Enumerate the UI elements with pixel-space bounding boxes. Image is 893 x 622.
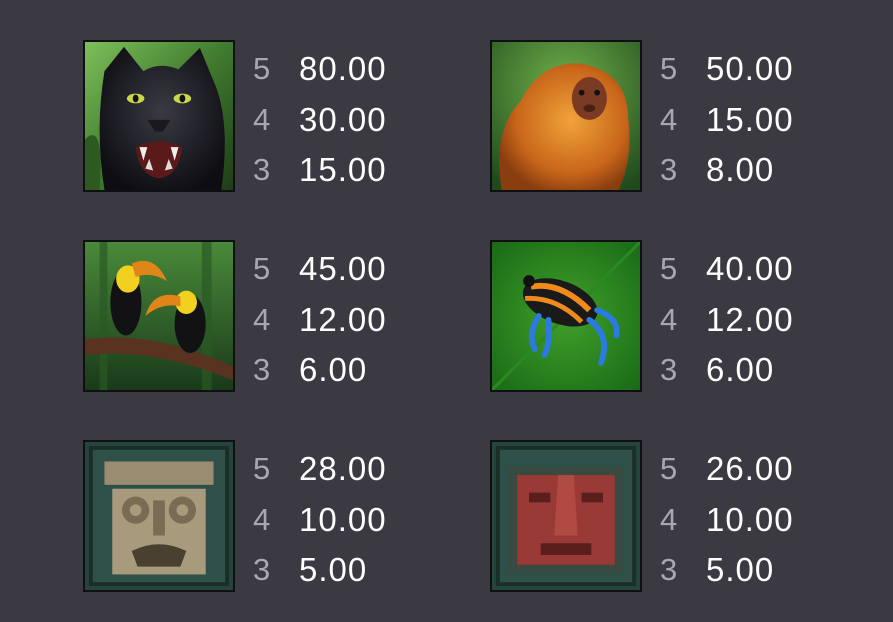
payout-amount: 8.00 bbox=[706, 151, 775, 189]
match-count: 5 bbox=[660, 451, 678, 487]
match-count: 5 bbox=[253, 51, 271, 87]
match-count: 4 bbox=[660, 101, 678, 137]
payout-amount: 30.00 bbox=[299, 100, 387, 138]
match-count: 3 bbox=[660, 552, 678, 588]
match-count: 3 bbox=[660, 352, 678, 388]
golden-monkey-icon bbox=[490, 40, 642, 192]
pay-list: 5 50.00 4 15.00 3 8.00 bbox=[660, 44, 794, 196]
pay-list: 5 26.00 4 10.00 3 5.00 bbox=[660, 444, 794, 596]
match-count: 3 bbox=[253, 552, 271, 588]
pay-row: 5 50.00 bbox=[660, 44, 794, 95]
payout-amount: 40.00 bbox=[706, 250, 794, 288]
pay-row: 3 6.00 bbox=[253, 345, 387, 396]
payout-amount: 5.00 bbox=[706, 551, 775, 589]
toucans-icon bbox=[83, 240, 235, 392]
match-count: 4 bbox=[253, 501, 271, 537]
pay-row: 5 45.00 bbox=[253, 244, 387, 295]
paytable-entry-frog: 5 40.00 4 12.00 3 6.00 bbox=[490, 240, 820, 400]
pay-row: 5 28.00 bbox=[253, 444, 387, 495]
payout-amount: 26.00 bbox=[706, 450, 794, 488]
pay-list: 5 45.00 4 12.00 3 6.00 bbox=[253, 244, 387, 396]
payout-amount: 15.00 bbox=[706, 100, 794, 138]
payout-amount: 50.00 bbox=[706, 50, 794, 88]
poison-frog-icon bbox=[490, 240, 642, 392]
payout-amount: 80.00 bbox=[299, 50, 387, 88]
pay-row: 4 15.00 bbox=[660, 95, 794, 146]
match-count: 4 bbox=[660, 301, 678, 337]
red-stone-mask-icon bbox=[490, 440, 642, 592]
pay-list: 5 80.00 4 30.00 3 15.00 bbox=[253, 44, 387, 196]
pay-row: 3 8.00 bbox=[660, 145, 794, 196]
pay-row: 4 10.00 bbox=[253, 495, 387, 546]
pay-row: 4 10.00 bbox=[660, 495, 794, 546]
pay-row: 4 30.00 bbox=[253, 95, 387, 146]
pay-list: 5 28.00 4 10.00 3 5.00 bbox=[253, 444, 387, 596]
payout-amount: 12.00 bbox=[299, 300, 387, 338]
paytable-entry-stone-mask: 5 28.00 4 10.00 3 5.00 bbox=[83, 440, 413, 600]
match-count: 3 bbox=[660, 152, 678, 188]
payout-amount: 12.00 bbox=[706, 300, 794, 338]
pay-row: 3 15.00 bbox=[253, 145, 387, 196]
match-count: 5 bbox=[253, 451, 271, 487]
pay-row: 3 5.00 bbox=[253, 545, 387, 596]
pay-row: 4 12.00 bbox=[253, 295, 387, 346]
pay-row: 5 26.00 bbox=[660, 444, 794, 495]
payout-amount: 10.00 bbox=[706, 500, 794, 538]
pay-row: 3 6.00 bbox=[660, 345, 794, 396]
payout-amount: 45.00 bbox=[299, 250, 387, 288]
paytable-entry-red-mask: 5 26.00 4 10.00 3 5.00 bbox=[490, 440, 820, 600]
payout-amount: 15.00 bbox=[299, 151, 387, 189]
match-count: 5 bbox=[660, 251, 678, 287]
match-count: 4 bbox=[253, 301, 271, 337]
payout-amount: 5.00 bbox=[299, 551, 368, 589]
pay-row: 4 12.00 bbox=[660, 295, 794, 346]
pay-row: 5 80.00 bbox=[253, 44, 387, 95]
paytable-entry-toucans: 5 45.00 4 12.00 3 6.00 bbox=[83, 240, 413, 400]
paytable-entry-panther: 5 80.00 4 30.00 3 15.00 bbox=[83, 40, 413, 200]
black-panther-icon bbox=[83, 40, 235, 192]
match-count: 5 bbox=[660, 51, 678, 87]
payout-amount: 10.00 bbox=[299, 500, 387, 538]
match-count: 4 bbox=[660, 501, 678, 537]
pay-row: 3 5.00 bbox=[660, 545, 794, 596]
match-count: 4 bbox=[253, 101, 271, 137]
stone-mask-icon bbox=[83, 440, 235, 592]
payout-amount: 28.00 bbox=[299, 450, 387, 488]
payout-amount: 6.00 bbox=[299, 351, 368, 389]
pay-row: 5 40.00 bbox=[660, 244, 794, 295]
payout-amount: 6.00 bbox=[706, 351, 775, 389]
pay-list: 5 40.00 4 12.00 3 6.00 bbox=[660, 244, 794, 396]
paytable-entry-monkey: 5 50.00 4 15.00 3 8.00 bbox=[490, 40, 820, 200]
match-count: 5 bbox=[253, 251, 271, 287]
match-count: 3 bbox=[253, 152, 271, 188]
match-count: 3 bbox=[253, 352, 271, 388]
